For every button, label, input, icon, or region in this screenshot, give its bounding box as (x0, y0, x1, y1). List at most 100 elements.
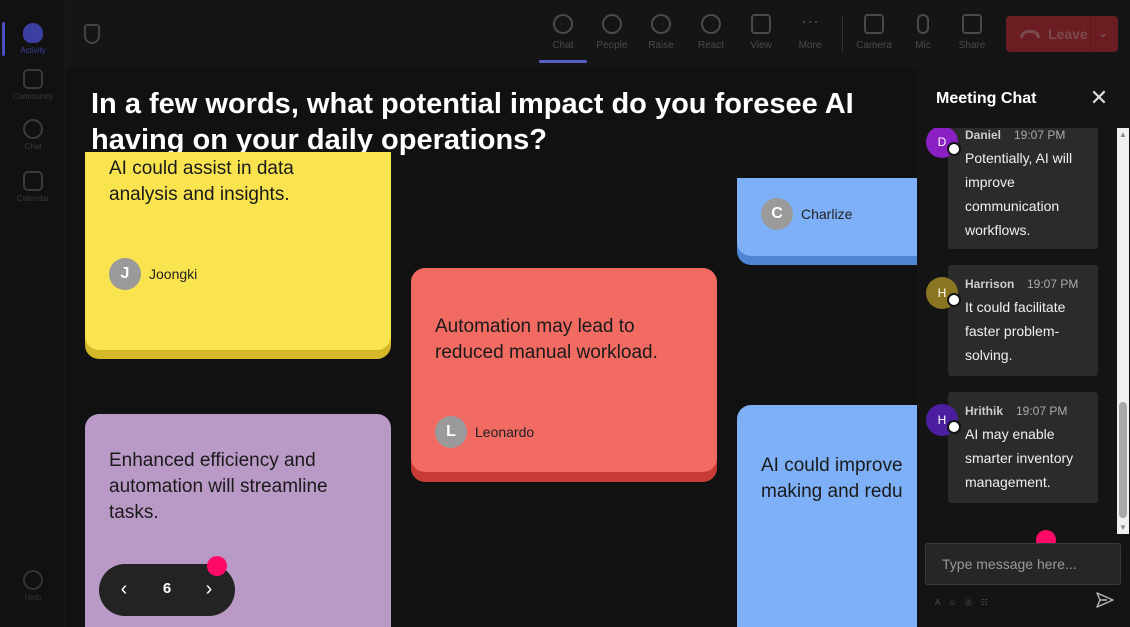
left-rail: Activity Community Chat Calendar Help (0, 0, 66, 627)
help-icon (23, 570, 43, 590)
sender-name: Daniel (965, 128, 1002, 142)
avatar: L (435, 416, 467, 448)
note-author: J Joongki (109, 258, 197, 290)
hand-icon (651, 14, 671, 34)
format-icons[interactable]: A ☺ ⓖ ☷ (935, 597, 991, 608)
whiteboard-stage: In a few words, what potential impact do… (66, 68, 917, 627)
rail-item-label: Chat (24, 142, 42, 151)
message-time: 19:07 PM (1016, 404, 1068, 418)
camera-button[interactable]: Camera (854, 10, 894, 60)
note-text: AI could assist in data analysis and ins… (109, 158, 294, 205)
chat-message: Hrithik 19:07 PM AI may enable smarter i… (948, 392, 1098, 503)
rail-item-chat[interactable]: Chat (0, 110, 66, 160)
share-button[interactable]: Share (952, 10, 992, 60)
rail-item-label: Help (24, 593, 42, 602)
author-name: Charlize (801, 206, 853, 222)
avatar: H (926, 277, 961, 309)
more-button[interactable]: ··· More (790, 10, 830, 60)
message-body: It could facilitate faster problem-solvi… (965, 299, 1066, 363)
chevron-right-icon[interactable]: › (199, 578, 219, 601)
message-body: AI may enable smarter inventory manageme… (965, 426, 1074, 490)
scroll-up-icon[interactable]: ▲ (1119, 130, 1127, 139)
sticky-note[interactable]: C Charlize (737, 178, 917, 256)
camera-icon (864, 14, 884, 34)
send-icon[interactable] (1095, 590, 1115, 610)
sticky-note[interactable]: AI could improve making and redu (737, 405, 917, 627)
avatar: D (926, 128, 961, 158)
rail-item-label: Community (12, 92, 54, 101)
community-icon (23, 69, 43, 89)
leave-button[interactable]: Leave ⌄ (1006, 16, 1118, 52)
view-button-label: View (750, 40, 772, 51)
rail-item-community[interactable]: Community (0, 60, 66, 110)
meeting-toolbar: Chat People Raise React View ··· More Ca… (66, 0, 1130, 68)
chat-title: Meeting Chat (936, 90, 1037, 107)
mic-button[interactable]: Mic (903, 10, 943, 60)
question-title: In a few words, what potential impact do… (91, 88, 854, 156)
rail-item-calendar[interactable]: Calendar (0, 162, 66, 212)
close-icon[interactable]: ✕ (1089, 85, 1109, 111)
rail-item-label: Activity (20, 46, 46, 55)
people-icon (602, 14, 622, 34)
avatar: C (761, 198, 793, 230)
rail-item-help[interactable]: Help (0, 570, 66, 610)
chat-button[interactable]: Chat (539, 10, 587, 63)
page-number: 6 (162, 580, 172, 597)
share-button-label: Share (958, 40, 986, 51)
chat-message: Daniel 19:07 PM Potentially, AI will imp… (948, 128, 1098, 249)
meeting-chat-panel: Meeting Chat ✕ Daniel 19:07 PM Potential… (917, 68, 1130, 627)
note-author: C Charlize (761, 198, 852, 230)
avatar: H (926, 404, 961, 436)
people-button-label: People (596, 40, 628, 51)
more-button-label: More (798, 40, 822, 51)
raise-hand-button[interactable]: Raise (641, 10, 681, 60)
message-time: 19:07 PM (1027, 277, 1079, 291)
message-body: Potentially, AI will improve communicati… (965, 150, 1073, 238)
chat-icon (23, 119, 43, 139)
rail-item-label: Calendar (16, 194, 50, 203)
more-icon: ··· (801, 11, 819, 31)
chat-messages: Daniel 19:07 PM Potentially, AI will imp… (917, 128, 1117, 534)
scroll-down-icon[interactable]: ▼ (1119, 523, 1127, 532)
chat-button-label: Chat (552, 40, 574, 51)
camera-button-label: Camera (856, 40, 892, 51)
chat-scrollbar[interactable]: ▲ ▼ (1117, 128, 1129, 534)
rail-item-activity[interactable]: Activity (0, 14, 66, 64)
message-time: 19:07 PM (1014, 128, 1066, 142)
chat-message: Harrison 19:07 PM It could facilitate fa… (948, 265, 1098, 376)
bell-icon (23, 23, 43, 43)
shield-icon (84, 24, 100, 44)
cursor-dot (207, 556, 227, 576)
grid-icon (751, 14, 771, 34)
scrollbar-thumb[interactable] (1119, 402, 1127, 518)
note-text: Automation may lead to reduced manual wo… (435, 316, 658, 363)
chat-icon (553, 14, 573, 34)
sticky-note[interactable]: Automation may lead to reduced manual wo… (411, 268, 717, 472)
react-button-label: React (697, 40, 725, 51)
view-button[interactable]: View (741, 10, 781, 60)
toolbar-divider (842, 16, 843, 52)
mic-icon (917, 14, 929, 34)
smiley-icon (701, 14, 721, 34)
note-author: L Leonardo (435, 416, 534, 448)
note-text: AI could improve making and redu (761, 455, 903, 502)
author-name: Joongki (149, 266, 198, 282)
chat-message-input[interactable] (925, 543, 1121, 585)
chevron-left-icon[interactable]: ‹ (114, 578, 134, 601)
raise-button-label: Raise (648, 40, 674, 51)
share-icon (962, 14, 982, 34)
calendar-icon (23, 171, 43, 191)
sticky-note[interactable]: AI could assist in data analysis and ins… (85, 152, 391, 350)
sender-name: Hrithik (965, 404, 1004, 418)
author-name: Leonardo (475, 424, 535, 440)
note-text: Enhanced efficiency and automation will … (109, 450, 328, 523)
phone-hangup-icon (1020, 30, 1040, 38)
leave-button-label: Leave (1048, 26, 1088, 42)
react-button[interactable]: React (691, 10, 731, 60)
leave-divider (1090, 16, 1091, 52)
sender-name: Harrison (965, 277, 1015, 291)
mic-button-label: Mic (915, 40, 931, 51)
chat-header: Meeting Chat ✕ (917, 68, 1130, 128)
people-button[interactable]: People (592, 10, 632, 60)
chevron-down-icon[interactable]: ⌄ (1098, 26, 1108, 40)
